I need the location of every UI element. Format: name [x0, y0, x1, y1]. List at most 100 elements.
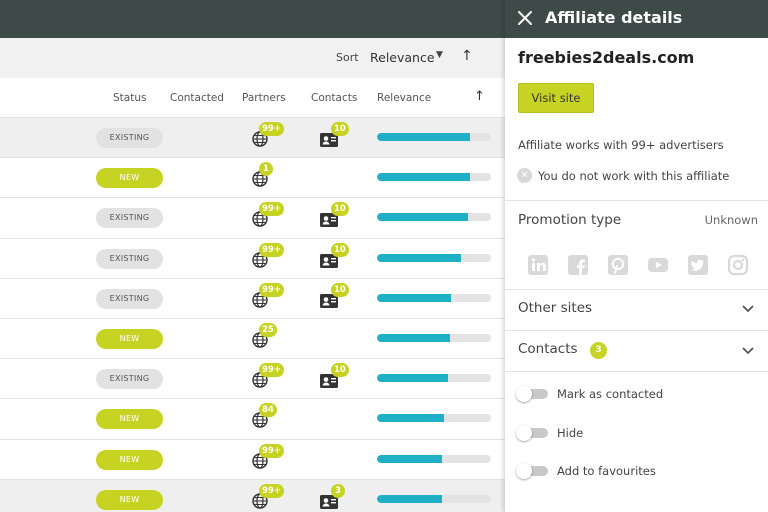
relevance-bar-fill: [377, 494, 442, 503]
relevance-bar: [377, 293, 491, 302]
contacts-count-badge: 3: [331, 483, 345, 498]
status-badge: EXISTING: [96, 288, 163, 309]
status-badge: NEW: [96, 328, 163, 349]
table-row[interactable]: EXISTING 99+ 10: [0, 278, 505, 319]
hide-toggle[interactable]: [516, 425, 548, 441]
relevance-bar-fill: [377, 333, 450, 342]
status-badge: NEW: [96, 449, 163, 470]
sort-label: Sort: [336, 51, 359, 64]
chevron-down-icon[interactable]: [742, 347, 754, 355]
contacts-count-badge: 3: [590, 342, 607, 359]
column-contacted[interactable]: Contacted: [170, 92, 224, 104]
table-row[interactable]: EXISTING 99+ 10: [0, 359, 505, 400]
partners-count-badge: 99+: [259, 443, 284, 458]
relevance-bar-fill: [377, 213, 469, 222]
status-badge: NEW: [96, 409, 163, 430]
relevance-bar: [377, 173, 491, 182]
relevance-bar: [377, 333, 491, 342]
relevance-bar-fill: [377, 293, 452, 302]
sort-bar: Sort Relevance ▼ ↑: [0, 38, 505, 78]
table-row[interactable]: NEW 99+: [0, 439, 505, 480]
partners-count-badge: 99+: [259, 483, 284, 498]
relevance-bar: [377, 454, 491, 463]
panel-header: Affiliate details: [505, 0, 768, 38]
table-row[interactable]: EXISTING 99+ 10: [0, 198, 505, 239]
toggle-knob: [516, 463, 532, 479]
sort-direction-arrow-icon[interactable]: ↑: [461, 48, 473, 64]
relevance-bar-fill: [377, 173, 471, 182]
advertisers-count-text: Affiliate works with 99+ advertisers: [518, 138, 724, 152]
pinterest-icon: [608, 255, 628, 275]
status-badge: EXISTING: [96, 128, 163, 148]
mark-as-contacted-toggle[interactable]: [516, 386, 548, 402]
linkedin-icon: [528, 255, 548, 275]
divider: [505, 289, 768, 290]
affiliate-domain: freebies2deals.com: [518, 48, 695, 67]
facebook-icon: [568, 255, 588, 275]
table-row[interactable]: NEW 1: [0, 158, 505, 199]
relevance-bar-fill: [377, 414, 445, 423]
partners-count-badge: 99+: [259, 242, 284, 257]
column-partners[interactable]: Partners: [242, 92, 286, 104]
contacts-count-badge: 10: [331, 202, 349, 217]
close-icon[interactable]: [517, 10, 533, 26]
relevance-bar: [377, 414, 491, 423]
contacts-count-badge: 10: [331, 122, 349, 136]
status-badge: NEW: [96, 489, 163, 510]
relationship-status-text: You do not work with this affiliate: [538, 169, 730, 183]
affiliate-details-panel: Affiliate details freebies2deals.com Vis…: [505, 0, 768, 512]
relevance-bar-fill: [377, 133, 471, 141]
promotion-type-label: Promotion type: [518, 212, 622, 228]
add-to-favourites-toggle[interactable]: [516, 463, 548, 479]
affiliate-list-area: Sort Relevance ▼ ↑ Status Contacted Part…: [0, 38, 505, 512]
contacts-count-badge: 10: [331, 242, 349, 257]
table-header: Status Contacted Partners Contacts Relev…: [0, 78, 505, 118]
instagram-icon: [727, 254, 749, 276]
partners-count-badge: 84: [259, 403, 277, 418]
youtube-icon: [648, 258, 668, 272]
relevance-bar: [377, 133, 491, 141]
visit-site-button[interactable]: Visit site: [518, 83, 594, 113]
affiliate-table-body: EXISTING 99+ 10 NEW 1 EXISTING 99+ 10 EXISTING 99…: [0, 118, 505, 512]
partners-count-badge: 99+: [259, 122, 284, 136]
toggle-knob: [516, 425, 532, 441]
divider: [505, 330, 768, 331]
contacts-section-toggle[interactable]: Contacts: [518, 341, 578, 357]
relevance-sort-arrow-icon[interactable]: ↑: [474, 89, 485, 104]
partners-count-badge: 1: [259, 162, 273, 177]
table-row[interactable]: EXISTING 99+ 10: [0, 238, 505, 279]
sort-dropdown[interactable]: Relevance: [370, 50, 435, 65]
table-row[interactable]: EXISTING 99+ 10: [0, 118, 505, 159]
status-badge: EXISTING: [96, 248, 163, 269]
table-row[interactable]: NEW 25: [0, 318, 505, 360]
caret-down-icon[interactable]: ▼: [436, 50, 443, 60]
column-status[interactable]: Status: [113, 92, 146, 104]
add-to-favourites-label: Add to favourites: [557, 464, 656, 478]
status-badge: EXISTING: [96, 369, 163, 390]
toggle-knob: [516, 386, 532, 402]
chevron-down-icon[interactable]: [742, 305, 754, 313]
close-circle-icon: ✕: [517, 168, 532, 183]
column-contacts[interactable]: Contacts: [311, 92, 357, 104]
partners-count-badge: 99+: [259, 202, 284, 217]
status-badge: EXISTING: [96, 208, 163, 229]
partners-count-badge: 99+: [259, 363, 284, 378]
relevance-bar: [377, 374, 491, 383]
column-relevance[interactable]: Relevance: [377, 92, 431, 104]
mark-as-contacted-label: Mark as contacted: [557, 387, 664, 401]
relevance-bar-fill: [377, 374, 448, 383]
relevance-bar-fill: [377, 454, 442, 463]
contacts-count-badge: 10: [331, 363, 349, 378]
table-row[interactable]: NEW 84: [0, 399, 505, 440]
status-badge: NEW: [96, 168, 163, 189]
table-row[interactable]: NEW 99+ 3: [0, 479, 505, 512]
twitter-icon: [688, 255, 708, 275]
relevance-bar: [377, 494, 491, 503]
other-sites-toggle[interactable]: Other sites: [518, 300, 592, 316]
relevance-bar: [377, 253, 491, 262]
contacts-count-badge: 10: [331, 282, 349, 297]
panel-title: Affiliate details: [545, 8, 683, 27]
relevance-bar: [377, 213, 491, 222]
partners-count-badge: 25: [259, 322, 277, 337]
divider: [505, 200, 768, 201]
